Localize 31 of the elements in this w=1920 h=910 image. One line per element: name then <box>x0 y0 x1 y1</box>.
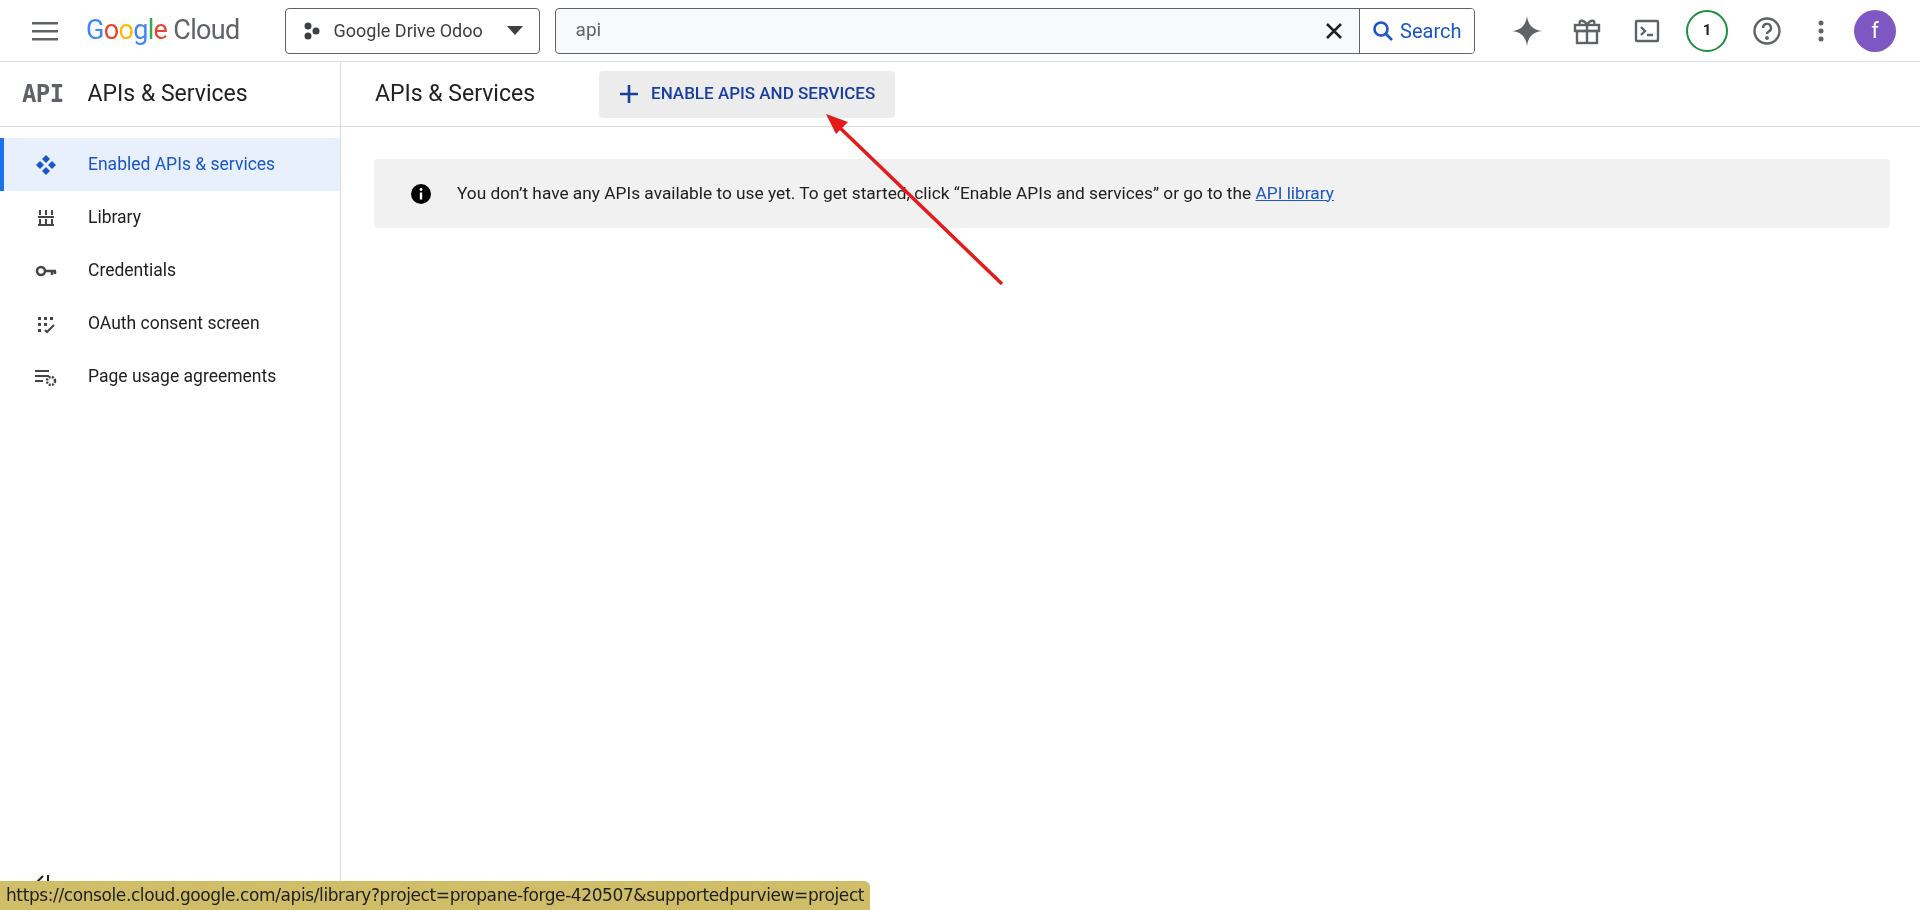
plus-icon <box>619 84 640 104</box>
notifications-badge[interactable]: 1 <box>1686 9 1728 52</box>
sparkle-icon <box>1512 15 1542 46</box>
project-picker[interactable]: Google Drive Odoo <box>284 7 540 54</box>
close-icon <box>1325 21 1344 40</box>
menu-icon <box>32 20 58 41</box>
sidebar-item[interactable]: Enabled APIs & services <box>0 138 340 191</box>
more-icon <box>1818 19 1824 42</box>
help-icon <box>1752 15 1782 46</box>
info-message: You don’t have any APIs available to use yet. To get started, click “Enable APIs and services” or go to the API library <box>457 181 1334 205</box>
avatar[interactable]: f <box>1854 9 1896 52</box>
search-icon <box>1372 19 1395 42</box>
api-label: API <box>22 79 64 110</box>
sidebar-title: APIs & Services <box>87 78 248 109</box>
api-library-link[interactable]: API library <box>1255 182 1334 203</box>
sidebar-item[interactable]: OAuth consent screen <box>0 297 340 350</box>
info-icon <box>411 183 431 204</box>
search-field[interactable]: api Search <box>554 7 1475 54</box>
key-icon <box>35 263 57 278</box>
enable-apis-button[interactable]: ENABLE APIS AND SERVICES <box>599 70 896 118</box>
page-title: APIs & Services <box>375 78 536 109</box>
sidebar-item[interactable]: Library <box>0 191 340 244</box>
dropdown-caret-icon <box>506 26 523 35</box>
terminal-icon <box>1634 18 1660 43</box>
search-button[interactable]: Search <box>1359 8 1474 53</box>
library-icon <box>36 207 56 228</box>
logo[interactable]: Google Cloud <box>86 10 240 51</box>
sidebar-item[interactable]: Page usage agreements <box>0 350 340 403</box>
sidebar-item[interactable]: Credentials <box>0 244 340 297</box>
status-url: https://console.cloud.google.com/apis/library?project=propane-forge-420507&supportedpurview=project <box>0 881 871 910</box>
diamond-dots-icon <box>35 153 57 176</box>
